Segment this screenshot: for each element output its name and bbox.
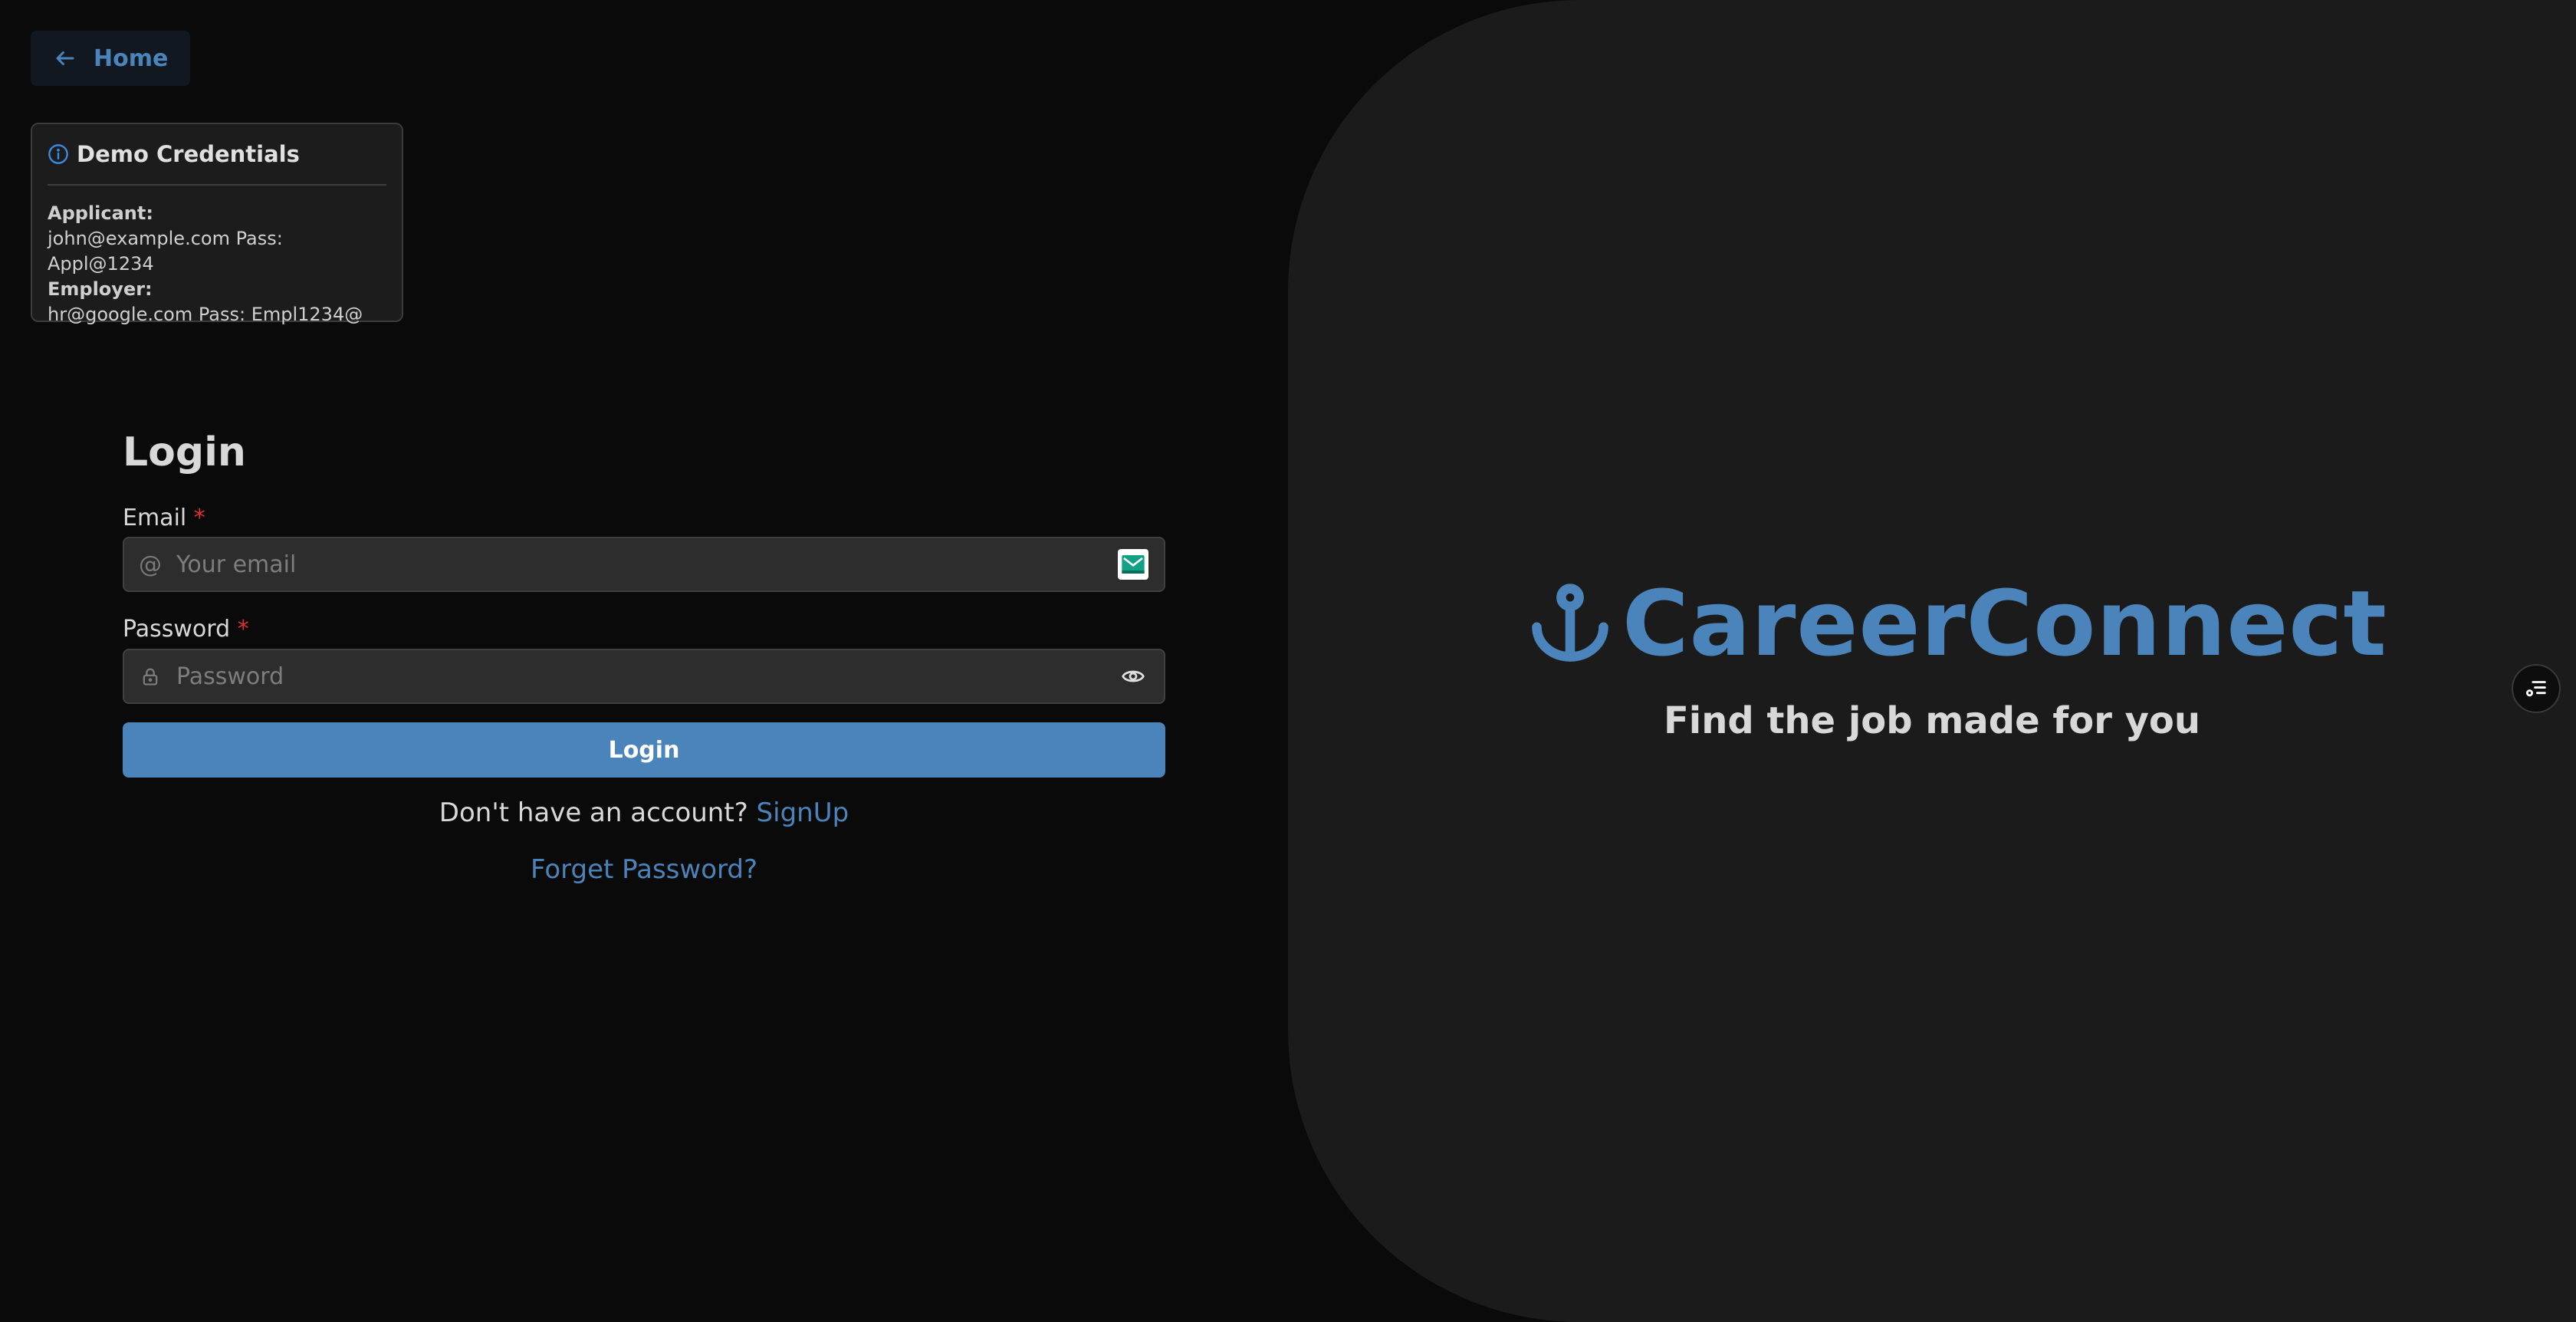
email-autofill[interactable]: [1102, 549, 1164, 580]
login-button[interactable]: Login: [123, 722, 1165, 778]
password-input[interactable]: [176, 650, 1102, 702]
home-label: Home: [94, 44, 169, 72]
forgot-password-link[interactable]: Forget Password?: [531, 854, 757, 885]
email-field: @: [123, 537, 1165, 592]
employer-label: Employer:: [48, 278, 153, 300]
at-icon: @: [139, 551, 162, 578]
signup-prompt: Don't have an account? SignUp: [123, 797, 1165, 828]
email-label-text: Email: [123, 505, 187, 531]
required-mark: *: [237, 616, 249, 643]
password-visibility-toggle[interactable]: [1102, 664, 1164, 689]
arrow-left-icon: [56, 51, 74, 65]
lock-icon: [124, 666, 176, 687]
brand-logo: CareerConnect: [1526, 574, 2387, 673]
info-icon: [48, 144, 68, 164]
eye-icon: [1122, 670, 1145, 682]
signup-prompt-text: Don't have an account?: [439, 797, 748, 828]
anchor-icon: [1532, 584, 1608, 662]
home-button[interactable]: Home: [31, 31, 190, 86]
email-input[interactable]: [176, 538, 1102, 590]
applicant-label: Applicant:: [48, 202, 153, 224]
floating-menu-button[interactable]: [2512, 664, 2561, 713]
required-mark: *: [193, 505, 205, 531]
password-label-text: Password: [123, 616, 231, 643]
mail-icon: [1118, 549, 1148, 580]
page-title: Login: [123, 429, 246, 475]
password-field: [123, 649, 1165, 704]
brand-name: CareerConnect: [1622, 571, 2387, 676]
login-page: CareerConnect Find the job made for you …: [0, 0, 2576, 1322]
email-label: Email *: [123, 505, 205, 531]
applicant-credentials: john@example.com Pass: Appl@1234: [48, 228, 283, 275]
signup-link[interactable]: SignUp: [757, 797, 849, 828]
brand-tagline: Find the job made for you: [1663, 699, 2201, 742]
employer-credentials: hr@google.com Pass: Empl1234@: [48, 304, 363, 325]
password-label: Password *: [123, 616, 249, 643]
demo-credentials-title: Demo Credentials: [77, 141, 300, 167]
forgot-password-row: Forget Password?: [123, 854, 1165, 885]
demo-credentials-card: Demo Credentials Applicant: john@example…: [31, 123, 403, 325]
divider: [48, 184, 386, 186]
demo-credentials-header: Demo Credentials: [48, 141, 386, 167]
list-settings-icon: [2525, 681, 2546, 697]
